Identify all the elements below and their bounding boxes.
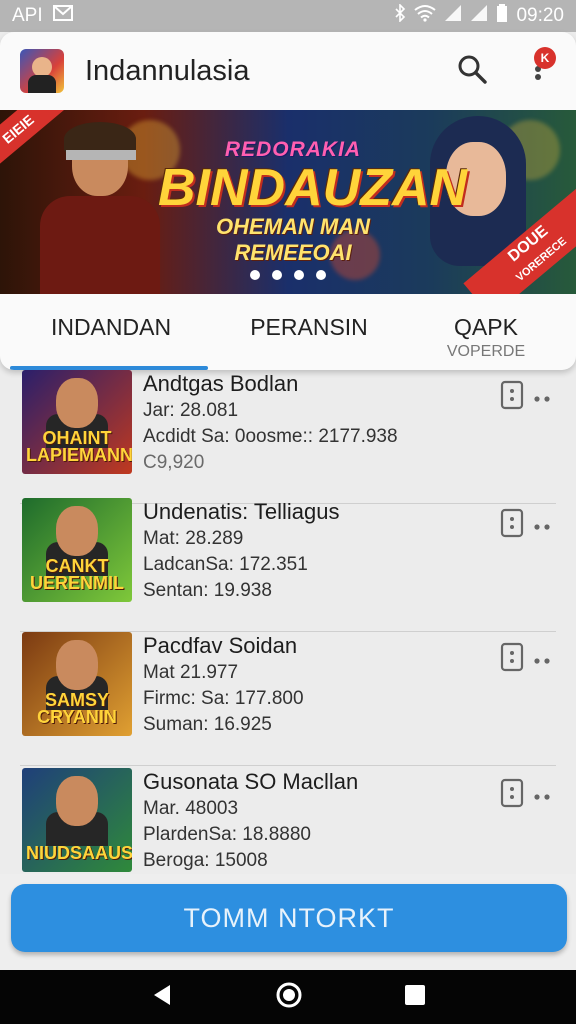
header-card: Indannulasia K EIEIE REDORAKIA BINDAUZAN… [0,32,576,370]
tab-label: INDANDAN [50,314,172,340]
download-icon[interactable] [500,380,524,415]
tab-indandan[interactable]: INDANDAN [0,294,222,370]
tab-label: PERANSIN [250,314,368,340]
carousel-dot[interactable] [250,270,260,280]
thumbnail-label: OHAINT LAPIEMANNS [26,428,132,465]
game-thumbnail: NIUDSAAUS [22,768,132,872]
mail-icon [52,5,73,27]
tab-sublabel: VOPERDE [446,343,526,360]
game-stat: Jar: 28.081 [143,400,239,421]
download-icon[interactable] [500,778,524,813]
banner-line2: BINDAUZAN [158,159,468,217]
thumbnail-label: CANKT UERENMIL [30,556,124,593]
app-logo[interactable] [20,49,64,93]
list-item[interactable]: SAMSY CRYANIN Pacdfav Soidan Mat 21.977 … [0,632,576,766]
tab-bar: INDANDAN PERANSIN QAPK VOPERDE [0,294,576,370]
banner-title: REDORAKIA BINDAUZAN OHEMAN MAN REMEEOAI [158,138,468,266]
more-horizontal-icon[interactable] [534,517,552,535]
app-title: Indannulasia [85,54,250,87]
home-icon[interactable] [275,981,303,1014]
more-horizontal-icon[interactable] [534,787,552,805]
status-left-text: API [12,5,43,26]
status-bar: API 09:20 [0,0,576,32]
signal-icon [444,4,462,28]
game-title: Andtgas Bodlan [143,371,299,396]
bluetooth-icon [394,3,406,28]
promo-banner[interactable]: EIEIE REDORAKIA BINDAUZAN OHEMAN MAN REM… [0,110,576,294]
thumbnail-label: SAMSY CRYANIN [37,690,117,727]
bottom-action-area: TOMM NTORKT [0,874,576,970]
game-title: Gusonata SO Macllan [143,769,359,794]
game-stat: Acdidt Sa: 0oosme:: 2177.938 [143,426,398,447]
download-icon[interactable] [500,508,524,543]
more-menu-button[interactable]: K [520,47,556,89]
game-stat: Mat: 28.289 [143,528,244,549]
game-stat: Beroga: 15008 [143,850,268,871]
carousel-dot[interactable] [294,270,304,280]
more-horizontal-icon[interactable] [534,651,552,669]
game-stat: Sentan: 19.938 [143,580,272,601]
game-stat: C9,920 [143,452,205,473]
carousel-dot[interactable] [272,270,282,280]
status-time: 09:20 [516,5,564,26]
battery-icon [496,4,508,28]
back-icon[interactable] [150,983,174,1012]
game-stat: PlardenSa: 18.8880 [143,824,311,845]
banner-line3: OHEMAN MAN REMEEOAI [216,214,370,265]
system-nav-bar [0,970,576,1024]
primary-action-button[interactable]: TOMM NTORKT [11,884,567,952]
list-item[interactable]: CANKT UERENMIL Undenatis: Telliagus Mat:… [0,498,576,632]
game-thumbnail: SAMSY CRYANIN [22,632,132,736]
more-horizontal-icon[interactable] [534,389,552,407]
recents-icon[interactable] [404,984,426,1011]
search-button[interactable] [454,53,490,89]
game-title: Undenatis: Telliagus [143,499,340,524]
tab-qapk[interactable]: QAPK VOPERDE [396,294,576,370]
carousel-indicator [250,270,326,280]
carousel-dot[interactable] [316,270,326,280]
game-list: OHAINT LAPIEMANNS Andtgas Bodlan Jar: 28… [0,370,576,878]
game-stat: Firmc: Sa: 177.800 [143,688,304,709]
app-bar: Indannulasia K [0,32,576,110]
game-thumbnail: OHAINT LAPIEMANNS [22,370,132,474]
hero-character-left [30,120,170,294]
tab-peransin[interactable]: PERANSIN [222,294,396,370]
signal-icon-2 [470,4,488,28]
game-stat: Mar. 48003 [143,798,239,819]
game-stat: Suman: 16.925 [143,714,272,735]
list-item[interactable]: OHAINT LAPIEMANNS Andtgas Bodlan Jar: 28… [0,370,576,504]
list-item[interactable]: NIUDSAAUS Gusonata SO Macllan Mar. 48003… [0,768,576,878]
notification-badge: K [534,47,556,69]
thumbnail-label: NIUDSAAUS [26,843,132,863]
wifi-icon [414,4,437,28]
search-icon [457,54,487,89]
download-icon[interactable] [500,642,524,677]
game-stat: Mat 21.977 [143,662,239,683]
game-thumbnail: CANKT UERENMIL [22,498,132,602]
tab-label: QAPK [454,314,518,340]
game-title: Pacdfav Soidan [143,633,298,658]
game-stat: LadcanSa: 172.351 [143,554,308,575]
